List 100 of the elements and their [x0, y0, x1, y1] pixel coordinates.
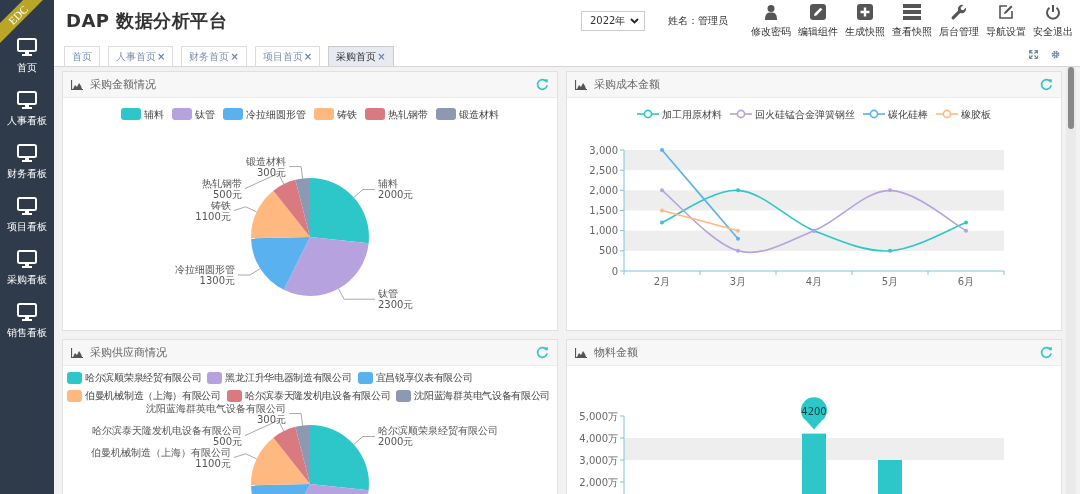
legend-item[interactable]: 辅料	[121, 106, 164, 122]
refresh-icon[interactable]	[1040, 78, 1053, 91]
line-marker-icon	[863, 109, 885, 119]
tab[interactable]: 项目首页×	[254, 46, 321, 66]
data-point[interactable]	[660, 148, 664, 152]
toolbar-button[interactable]: 后台管理	[935, 3, 982, 39]
pie-slice	[251, 190, 310, 239]
close-button[interactable]: ×	[157, 51, 166, 62]
data-point[interactable]	[888, 248, 892, 253]
pie-slice	[295, 178, 310, 237]
line-marker-icon	[730, 109, 752, 119]
legend-item[interactable]: 冷拉细圆形管	[223, 106, 306, 122]
toolbar-button[interactable]: 导航设置	[982, 3, 1029, 39]
data-point[interactable]	[964, 220, 968, 225]
leader-line	[233, 206, 258, 213]
panel-title: 采购成本金额	[594, 77, 660, 92]
pie-slice	[310, 178, 369, 244]
refresh-icon[interactable]	[536, 78, 549, 91]
sidebar-item[interactable]: 首页	[17, 38, 37, 74]
sidebar-item[interactable]: 财务看板	[7, 144, 47, 180]
toolbar-button[interactable]: 生成快照	[841, 3, 888, 39]
bar[interactable]	[878, 460, 902, 494]
slice-label: 沈阳蓝海群英电气设备有限公司	[146, 402, 287, 414]
bar[interactable]	[802, 433, 826, 494]
legend-item[interactable]: 锻造材料	[436, 106, 499, 122]
legend-item[interactable]: 加工用原材料	[637, 106, 722, 122]
data-point[interactable]	[660, 220, 664, 225]
sidebar-item[interactable]: 采购看板	[7, 250, 47, 286]
tab[interactable]: 采购首页×	[328, 46, 394, 66]
legend-item[interactable]: 碳化硅棒	[863, 106, 928, 122]
pie-slice	[251, 237, 310, 290]
panel-title: 物料金额	[594, 345, 638, 360]
x-tick-label: 6月	[957, 276, 975, 287]
leader-line	[353, 189, 376, 198]
slice-label: 钛管	[378, 288, 398, 300]
monitor-icon	[17, 197, 37, 215]
close-button[interactable]: ×	[303, 51, 313, 62]
legend-item[interactable]: 回火硅锰合金弹簧钢丝	[730, 106, 855, 122]
data-point[interactable]	[736, 236, 740, 241]
monitor-icon	[17, 91, 37, 109]
legend-item[interactable]: 沈阳蓝海群英电气设备有限公司	[396, 389, 551, 402]
legend-item[interactable]: 热轧钢带	[365, 106, 428, 122]
y-tick-label: 1,000	[589, 225, 618, 237]
tab[interactable]: 财务首页×	[181, 46, 247, 66]
value-label: 1300元	[199, 275, 236, 287]
y-tick-label: 3,000万	[579, 454, 618, 466]
expand-icon[interactable]	[1029, 49, 1038, 59]
tab[interactable]: 人事首页×	[108, 46, 174, 66]
x-tick-label: 4月	[805, 276, 823, 287]
y-tick-label: 500	[598, 245, 618, 257]
refresh-icon[interactable]	[536, 346, 549, 359]
toolbar-button[interactable]: 安全退出	[1029, 3, 1076, 39]
sidebar-item[interactable]: 项目看板	[7, 197, 47, 233]
legend-item[interactable]: 橡胶板	[936, 106, 991, 122]
y-tick-label: 0	[611, 265, 618, 277]
y-tick-label: 2,000	[589, 184, 618, 196]
toolbar-button[interactable]: 编辑组件	[794, 3, 841, 39]
slice-label: 锻造材料	[246, 155, 287, 167]
user-icon	[762, 3, 779, 20]
slice-label: 哈尔滨泰天隆发机电设备有限公司	[92, 424, 242, 436]
data-point[interactable]	[964, 228, 968, 233]
power-icon	[1044, 3, 1061, 20]
area-chart-icon	[71, 79, 83, 90]
tab[interactable]: 首页	[64, 46, 100, 66]
monitor-icon	[17, 250, 37, 268]
value-label: 4200	[801, 406, 827, 418]
value-label: 500元	[212, 435, 242, 447]
legend-item[interactable]: 哈尔滨泰天隆发机电设备有限公司	[226, 389, 391, 402]
scrollbar[interactable]	[1066, 67, 1076, 494]
value-label: 1100元	[195, 457, 231, 469]
toolbar-button[interactable]: 查看快照	[888, 3, 935, 39]
x-tick-label: 2月	[653, 276, 671, 287]
y-tick-label: 3,000	[589, 144, 618, 156]
data-point[interactable]	[660, 208, 664, 213]
legend-item[interactable]: 伯曼机械制造（上海）有限公司	[67, 389, 221, 402]
leader-line	[288, 166, 304, 179]
legend-item[interactable]: 哈尔滨顺荣泉经贸有限公司	[67, 371, 202, 384]
legend-item[interactable]: 黑龙江升华电器制造有限公司	[207, 371, 352, 384]
y-tick-label: 2,000万	[579, 476, 618, 488]
legend-item[interactable]: 宜昌锐享仪表有限公司	[357, 371, 473, 384]
wrench-icon	[950, 3, 967, 20]
value-label: 300元	[257, 413, 287, 425]
data-point[interactable]	[736, 248, 740, 253]
legend-item[interactable]: 钛管	[172, 106, 215, 122]
value-label: 2300元	[378, 299, 414, 311]
year-select[interactable]: 2022年	[581, 11, 645, 31]
data-point[interactable]	[660, 188, 664, 193]
close-button[interactable]: ×	[230, 51, 239, 62]
data-point[interactable]	[736, 228, 740, 233]
refresh-icon[interactable]	[1040, 346, 1053, 359]
toolbar-button[interactable]: 修改密码	[747, 3, 794, 39]
legend-item[interactable]: 铸铁	[314, 106, 357, 122]
sidebar-item[interactable]: 人事看板	[7, 91, 47, 127]
data-point[interactable]	[736, 188, 740, 193]
line-marker-icon	[637, 109, 659, 119]
value-label: 500元	[212, 188, 242, 200]
sidebar-item[interactable]: 销售看板	[7, 303, 47, 339]
chevron-down-icon	[630, 18, 639, 24]
scrollbar-thumb[interactable]	[1068, 67, 1074, 129]
user-name: 姓名：管理员	[668, 14, 728, 28]
